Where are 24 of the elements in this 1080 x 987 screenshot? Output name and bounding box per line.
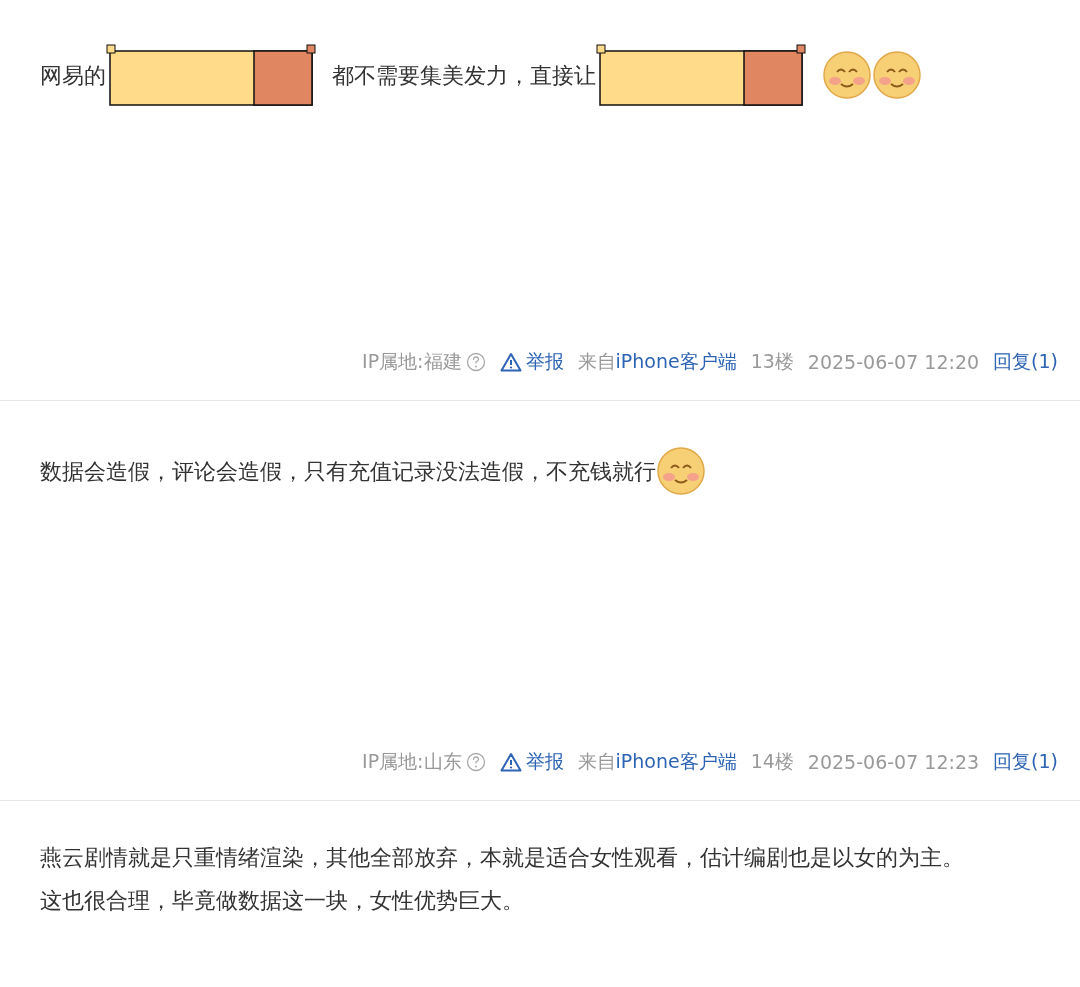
post-text: 这也很合理，毕竟做数据这一块，女性优势巨大。: [40, 887, 525, 915]
warning-icon: [499, 352, 522, 372]
report-link[interactable]: 举报: [499, 349, 564, 375]
emoji-icon: [822, 50, 872, 100]
post-text: 数据会造假，评论会造假，只有充值记录没法造假，不充钱就行: [40, 457, 656, 486]
report-link[interactable]: 举报: [499, 749, 564, 775]
help-icon: [465, 352, 486, 372]
ip-location: IP属地:山东: [362, 749, 462, 774]
post-time: 2025-06-07 12:23: [807, 751, 980, 773]
client-source: 来自 iPhone客户端: [577, 749, 737, 774]
reply-link[interactable]: 回复(1): [993, 349, 1058, 375]
floor-number: 14楼: [750, 749, 794, 774]
reply-link[interactable]: 回复(1): [993, 749, 1058, 775]
post-text: 燕云剧情就是只重情绪渲染，其他全部放弃，本就是适合女性观看，估计编剧也是以女的为主。: [40, 844, 965, 872]
post-text: 都不需要集美发力，直接让: [332, 61, 596, 90]
emoji-icon: [872, 50, 922, 100]
warning-icon: [499, 752, 522, 772]
post-time: 2025-06-07 12:20: [807, 351, 980, 373]
emoji-icon: [656, 446, 706, 496]
floor-number: 13楼: [750, 349, 794, 374]
client-source: 来自 iPhone客户端: [577, 349, 737, 374]
post-text: 网易的: [40, 61, 106, 90]
help-icon: [465, 752, 486, 772]
ip-location: IP属地:福建: [362, 349, 462, 374]
